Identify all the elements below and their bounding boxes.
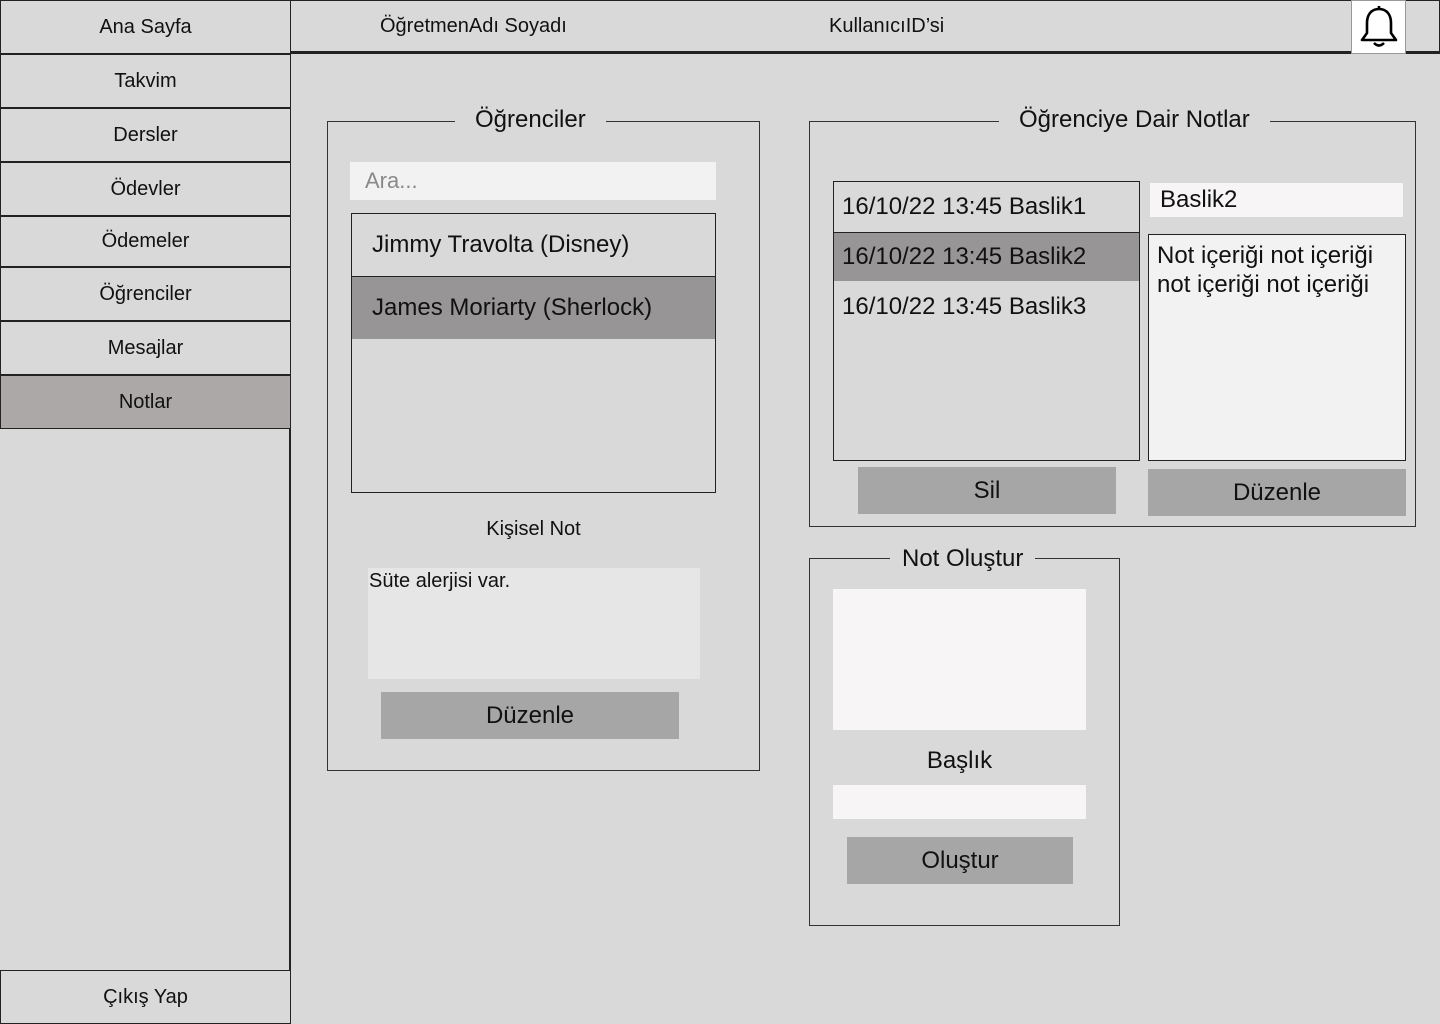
sidebar-item-odevler[interactable]: Ödevler [0,162,291,216]
button-label: Sil [973,476,1001,504]
list-item[interactable]: 16/10/22 13:45 Baslik1 [834,182,1139,232]
create-note-panel-title: Not Oluştur [890,545,1036,573]
logout-label: Çıkış Yap [103,985,188,1008]
list-item[interactable]: 16/10/22 13:45 Baslik3 [834,285,1139,329]
sidebar-item-label: Dersler [113,123,178,146]
sidebar-item-label: Öğrenciler [99,282,192,305]
personal-note-field[interactable]: Süte alerjisi var. [368,568,700,679]
button-label: Düzenle [485,701,575,729]
sidebar-item-label: Mesajlar [107,336,184,359]
note-label: 16/10/22 13:45 Baslik3 [842,293,1087,320]
sidebar-item-label: Notlar [118,390,173,413]
students-panel-title: Öğrenciler [455,106,606,134]
note-content-field[interactable]: Not içeriği not içeriği not içeriği not … [1148,234,1406,461]
new-note-title-field[interactable] [833,785,1086,819]
delete-note-button[interactable]: Sil [858,467,1116,514]
sidebar-item-mesajlar[interactable]: Mesajlar [0,321,291,375]
sidebar-item-dersler[interactable]: Dersler [0,108,291,162]
notes-panel-title: Öğrenciye Dair Notlar [999,106,1270,134]
create-note-button[interactable]: Oluştur [847,837,1073,884]
button-label: Oluştur [921,846,999,874]
sidebar-item-takvim[interactable]: Takvim [0,54,291,108]
note-label: 16/10/22 13:45 Baslik2 [842,243,1087,270]
new-note-title-label: Başlık [926,747,993,774]
student-list: Jimmy Travolta (Disney) James Moriarty (… [351,213,716,493]
notifications-button[interactable] [1351,0,1406,54]
student-name: James Moriarty (Sherlock) [372,294,653,321]
button-label: Düzenle [1232,478,1322,506]
list-item[interactable]: James Moriarty (Sherlock) [352,277,715,339]
teacher-name: ÖğretmenAdı Soyadı [380,15,567,37]
sidebar-item-label: Ödemeler [101,230,190,252]
top-bar: ÖğretmenAdı Soyadı KullanıcıID’si [290,0,1440,54]
personal-note-label: Kişisel Not [486,518,581,540]
note-label: 16/10/22 13:45 Baslik1 [842,193,1087,220]
edit-note-button[interactable]: Düzenle [1148,469,1406,516]
sidebar-item-label: Ödevler [110,177,181,200]
sidebar-home-label: Ana Sayfa [99,15,192,38]
student-search-input[interactable] [350,162,716,200]
sidebar-item-odemeler[interactable]: Ödemeler [0,216,291,267]
new-note-content-field[interactable] [833,589,1086,730]
sidebar-item-label: Takvim [114,69,177,92]
bell-icon [1360,6,1397,47]
sidebar-item-notlar[interactable]: Notlar [0,375,291,429]
personal-note-edit-button[interactable]: Düzenle [381,692,679,739]
notes-list: 16/10/22 13:45 Baslik1 16/10/22 13:45 Ba… [833,181,1140,461]
logout-button[interactable]: Çıkış Yap [0,970,291,1024]
list-item[interactable]: Jimmy Travolta (Disney) [352,214,715,276]
list-item[interactable]: 16/10/22 13:45 Baslik2 [834,233,1139,281]
user-id: KullanıcıID’si [829,15,945,37]
note-title-field[interactable]: Baslik2 [1150,183,1403,217]
sidebar-item-ogrenciler[interactable]: Öğrenciler [0,267,291,321]
student-name: Jimmy Travolta (Disney) [372,231,630,258]
sidebar-home[interactable]: Ana Sayfa [0,0,291,54]
